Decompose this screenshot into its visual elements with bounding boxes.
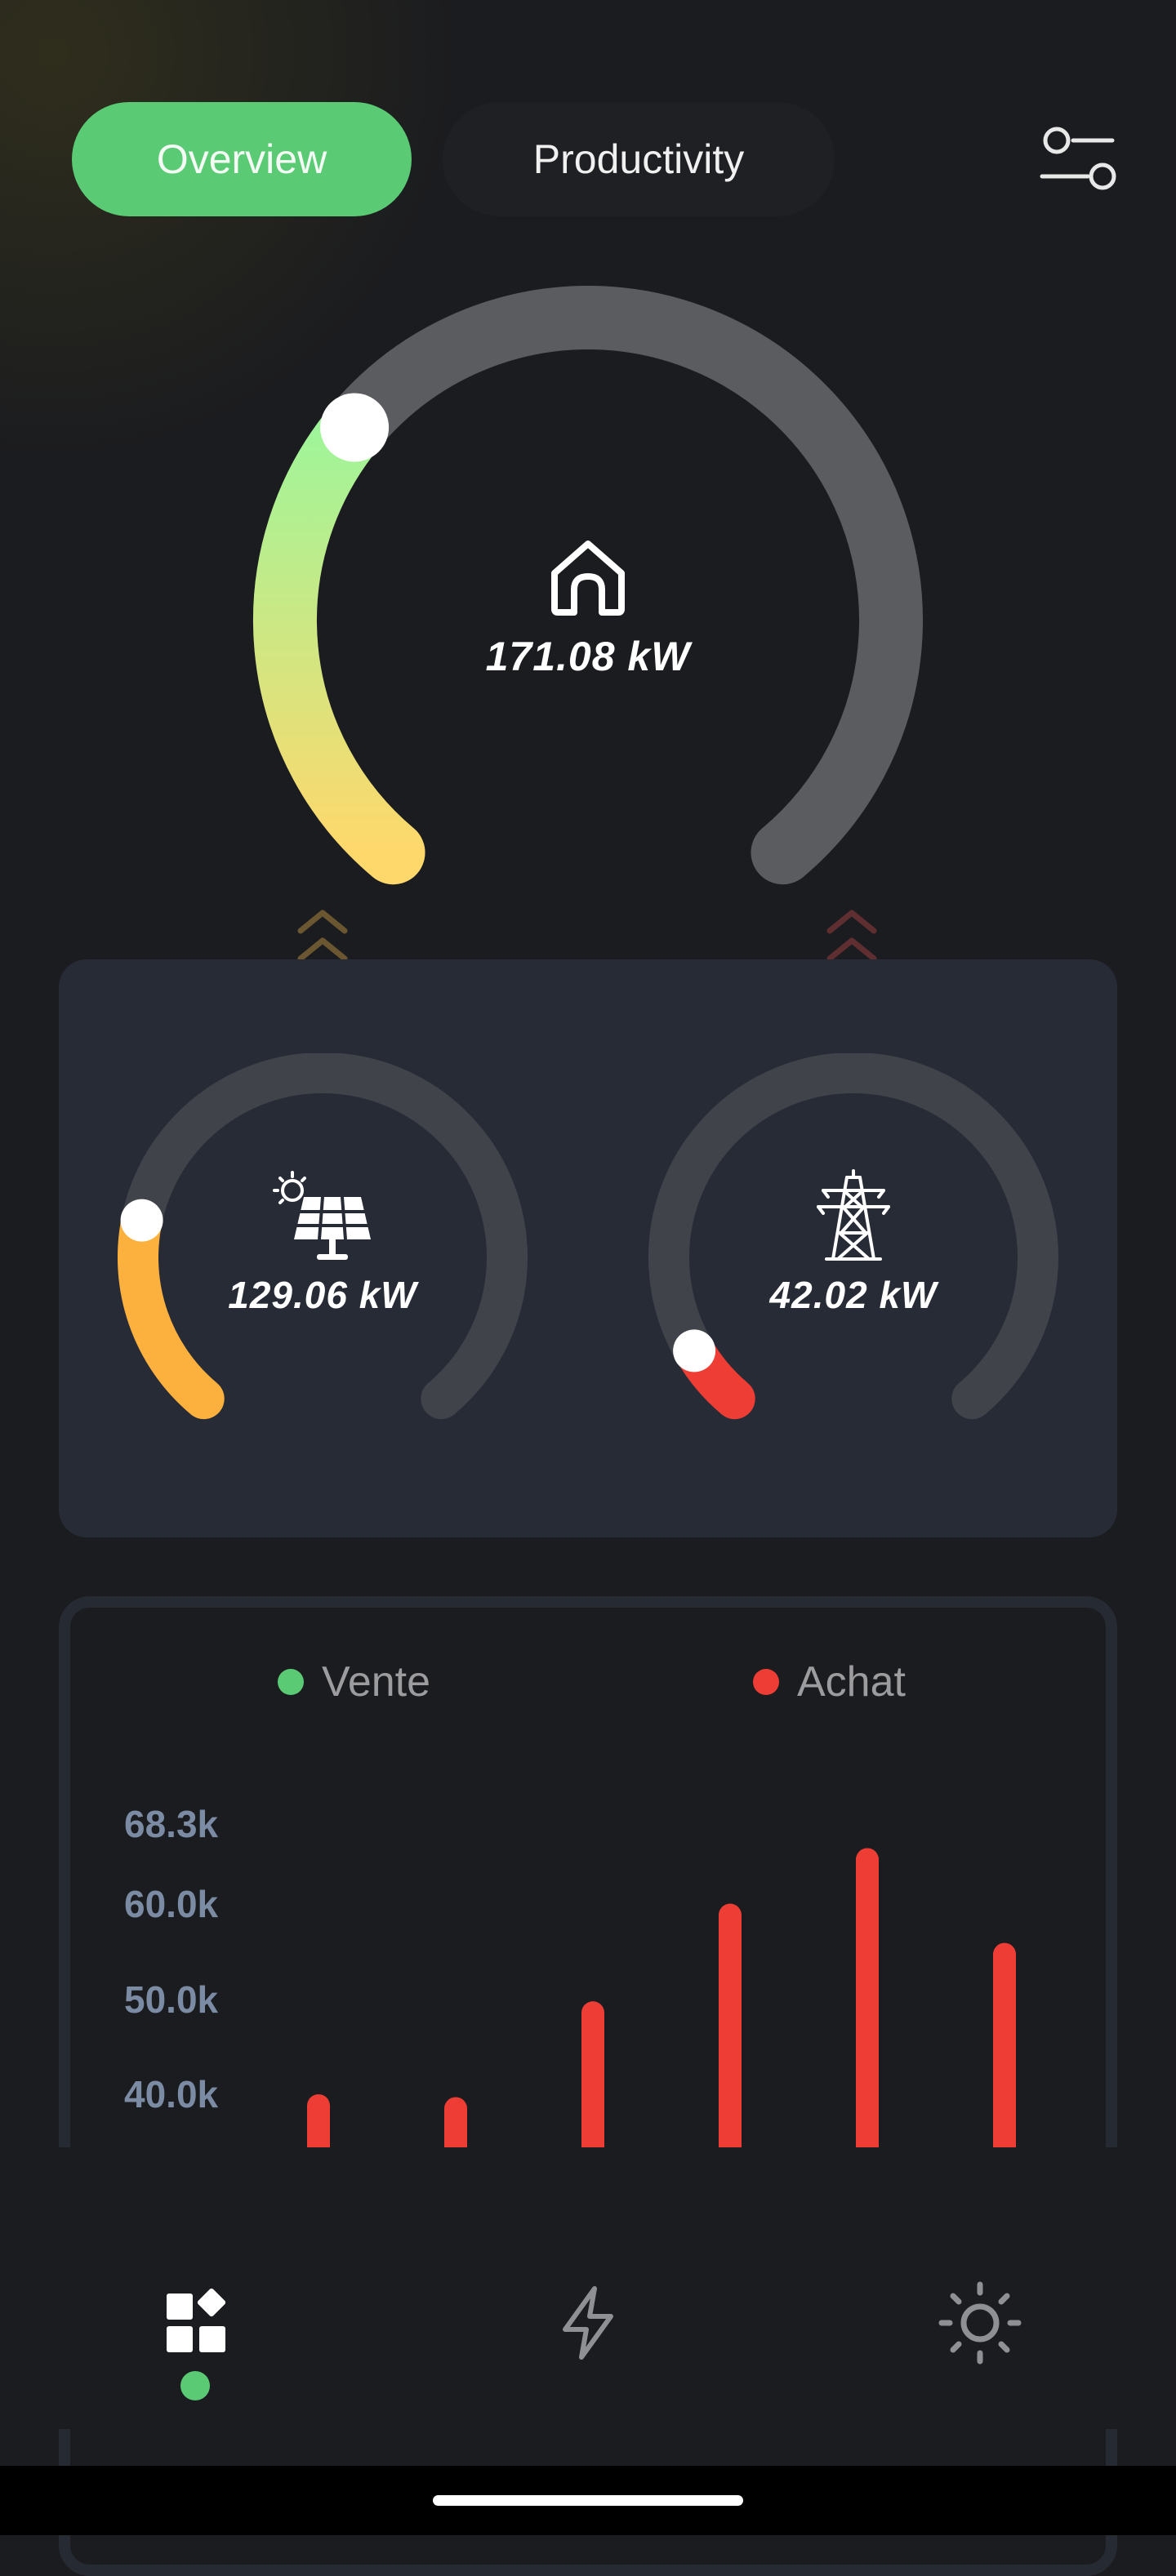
active-indicator [180, 2371, 210, 2400]
home-indicator [433, 2495, 743, 2506]
legend-item-achat[interactable]: Achat [753, 1657, 906, 1706]
grid-readout: 42.02 kW [731, 1168, 976, 1317]
tab-overview[interactable]: Overview [72, 102, 412, 216]
nav-energy[interactable] [543, 2278, 633, 2368]
solar-readout: 129.06 kW [200, 1168, 445, 1317]
sun-icon [938, 2281, 1022, 2365]
solar-panel-icon [273, 1171, 371, 1260]
home-readout: 171.08 kW [425, 531, 751, 680]
gauge-knob [120, 1199, 163, 1242]
bar-achat [581, 2001, 604, 2147]
grid-power-value: 42.02 kW [769, 1274, 938, 1316]
gauge-knob [320, 393, 390, 462]
bar-achat [993, 1942, 1016, 2147]
bar-achat [444, 2097, 467, 2147]
bar-achat [307, 2093, 330, 2147]
bar-chart [307, 1848, 1016, 2147]
nav-settings[interactable] [935, 2278, 1025, 2368]
dashboard-icon [167, 2288, 226, 2352]
tab-productivity[interactable]: Productivity [443, 102, 835, 216]
filter-settings-icon[interactable] [1037, 122, 1127, 196]
house-icon [551, 541, 625, 616]
power-tower-icon [817, 1169, 890, 1261]
y-tick-label: 50.0k [124, 1978, 219, 2021]
y-tick-label: 40.0k [124, 2073, 219, 2116]
legend-dot-achat [753, 1669, 779, 1695]
legend-label: Achat [797, 1658, 906, 1706]
legend-item-vente[interactable]: Vente [278, 1657, 430, 1706]
gauge-knob [673, 1329, 716, 1373]
y-tick-label: 68.3k [124, 1803, 219, 1845]
y-tick-label: 60.0k [124, 1883, 219, 1925]
nav-dashboard[interactable] [151, 2278, 241, 2368]
lightning-icon [563, 2286, 613, 2360]
legend-dot-vente [278, 1669, 304, 1695]
bar-achat [856, 1848, 879, 2147]
bar-achat [719, 1903, 742, 2147]
solar-power-value: 129.06 kW [228, 1274, 417, 1316]
home-power-value: 171.08 kW [485, 634, 691, 679]
legend-label: Vente [322, 1658, 431, 1706]
